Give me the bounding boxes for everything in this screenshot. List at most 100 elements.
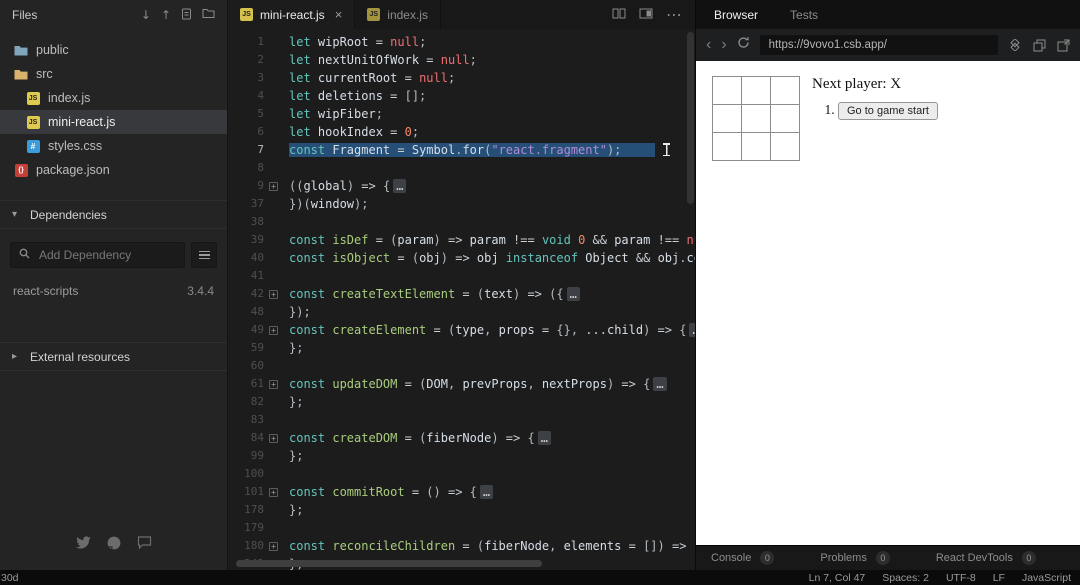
code-line[interactable]: 49 + const createElement = (type, props = … (228, 321, 695, 339)
close-icon[interactable]: × (335, 8, 343, 21)
code-line[interactable]: 178}; (228, 501, 695, 519)
board-square[interactable] (712, 76, 742, 105)
code-line[interactable]: 42 + const createTextElement = (text) => (… (228, 285, 695, 303)
code-line[interactable]: 1 let wipRoot = null; (228, 33, 695, 51)
board-square[interactable] (770, 132, 800, 161)
refresh-icon[interactable] (737, 36, 750, 54)
new-file-icon[interactable] (181, 8, 192, 22)
more-actions-icon[interactable]: ⋯ (666, 5, 682, 24)
code-line[interactable]: 40 const isObject = (obj) => obj instance… (228, 249, 695, 267)
board-square[interactable] (741, 104, 771, 133)
code-line[interactable]: 4 let deletions = []; (228, 87, 695, 105)
fold-icon[interactable]: + (264, 537, 283, 555)
code-line[interactable]: 101 + const commitRoot = () => {… (228, 483, 695, 501)
tab-tests[interactable]: Tests (790, 8, 818, 22)
code-line[interactable]: 39 const isDef = (param) => param !== voi… (228, 231, 695, 249)
fold-icon[interactable]: + (264, 285, 283, 303)
tab-browser[interactable]: Browser (714, 8, 758, 22)
external-resources-section-header[interactable]: ▸ External resources (0, 342, 227, 371)
responsive-mode-icon[interactable] (1008, 39, 1022, 51)
twitter-icon[interactable] (75, 536, 91, 550)
fold-icon[interactable]: + (264, 483, 283, 501)
code-line[interactable]: 5 let wipFiber; (228, 105, 695, 123)
fold-icon[interactable]: + (264, 177, 283, 195)
code-line[interactable]: 100 (228, 465, 695, 483)
code-editor-content[interactable]: 1 let wipRoot = null; 2 let nextUnitOfWork … (228, 29, 695, 570)
board-square[interactable] (770, 76, 800, 105)
code-line[interactable]: 179 (228, 519, 695, 537)
files-title: Files (12, 7, 38, 22)
code-line[interactable]: 59}; (228, 339, 695, 357)
code-line[interactable]: 38 (228, 213, 695, 231)
problems-tab[interactable]: Problems 0 (820, 551, 890, 565)
vertical-scrollbar[interactable] (687, 32, 694, 204)
add-dependency-input[interactable] (37, 247, 176, 263)
tab-index-js[interactable]: JS index.js (355, 0, 441, 29)
split-editor-icon[interactable] (612, 6, 626, 24)
code-line[interactable]: 2 let nextUnitOfWork = null; (228, 51, 695, 69)
code-line[interactable]: 61 + const updateDOM = (DOM, prevProps, ne… (228, 375, 695, 393)
dependency-row-react-scripts[interactable]: react-scripts 3.4.4 (0, 274, 227, 314)
board-square[interactable] (741, 132, 771, 161)
code-line[interactable]: 180 + const reconcileChildren = (fiberNode… (228, 537, 695, 555)
upload-icon[interactable]: ↑ (161, 9, 171, 21)
code-line[interactable]: 41 (228, 267, 695, 285)
file-item-package-json[interactable]: {} package.json (0, 158, 227, 182)
console-tab[interactable]: Console 0 (711, 551, 775, 565)
file-item-index-js[interactable]: JS index.js (0, 86, 227, 110)
devtools-bar: Console 0 Problems 0 React DevTools 0 (696, 545, 1080, 570)
indentation-status[interactable]: Spaces: 2 (882, 572, 929, 584)
fold-icon[interactable]: + (264, 429, 283, 447)
code-line[interactable]: 9 + ((global) => {… (228, 177, 695, 195)
code-line[interactable]: 6 let hookIndex = 0; (228, 123, 695, 141)
cursor-position-status[interactable]: Ln 7, Col 47 (809, 572, 866, 584)
url-address-bar[interactable] (759, 35, 998, 55)
go-to-game-start-button[interactable]: Go to game start (838, 102, 938, 120)
language-mode-status[interactable]: JavaScript (1022, 572, 1071, 584)
code-line[interactable]: 60 (228, 357, 695, 375)
github-icon[interactable] (107, 536, 121, 550)
code-line[interactable]: 83 (228, 411, 695, 429)
open-in-new-window-icon[interactable] (1057, 39, 1070, 52)
dependencies-section-header[interactable]: ▾ Dependencies (0, 200, 227, 229)
file-item-src[interactable]: src (0, 62, 227, 86)
code-line[interactable]: 48}); (228, 303, 695, 321)
dependency-menu-button[interactable] (191, 242, 217, 268)
code-line[interactable]: 3 let currentRoot = null; (228, 69, 695, 87)
tab-mini-react-js[interactable]: JS mini-react.js × (228, 0, 356, 29)
code-line[interactable]: 84 + const createDOM = (fiberNode) => {… (228, 429, 695, 447)
encoding-status[interactable]: UTF-8 (946, 572, 976, 584)
board-square[interactable] (741, 76, 771, 105)
file-name: src (36, 67, 53, 81)
app-window: Files ↓ ↑ public src JS index.js JS mini… (0, 0, 1080, 585)
board-square[interactable] (712, 132, 742, 161)
fold-gutter (264, 141, 283, 159)
main-area: Files ↓ ↑ public src JS index.js JS mini… (0, 0, 1080, 570)
code-line[interactable]: 8 (228, 159, 695, 177)
open-preview-icon[interactable] (639, 6, 653, 24)
code-line[interactable]: 7 const Fragment = Symbol.for("react.frag… (228, 141, 695, 159)
file-item-mini-react-js[interactable]: JS mini-react.js (0, 110, 227, 134)
dependency-search-row (0, 229, 227, 274)
code-line[interactable]: 82}; (228, 393, 695, 411)
board-square[interactable] (712, 104, 742, 133)
forward-icon[interactable]: › (721, 37, 726, 53)
horizontal-scrollbar[interactable] (236, 560, 542, 567)
board-square[interactable] (770, 104, 800, 133)
react-devtools-tab[interactable]: React DevTools 0 (936, 551, 1036, 565)
new-folder-icon[interactable] (202, 8, 215, 21)
copy-url-icon[interactable] (1033, 39, 1046, 52)
chat-feedback-icon[interactable] (137, 536, 152, 550)
code-line[interactable]: 37})(window); (228, 195, 695, 213)
file-item-public[interactable]: public (0, 38, 227, 62)
file-item-styles-css[interactable]: # styles.css (0, 134, 227, 158)
code-line[interactable]: 99}; (228, 447, 695, 465)
eol-status[interactable]: LF (993, 572, 1005, 584)
fold-icon[interactable]: + (264, 321, 283, 339)
status-bar: 30d Ln 7, Col 47 Spaces: 2 UTF-8 LF Java… (0, 570, 1080, 585)
download-sandbox-icon[interactable]: ↓ (141, 9, 151, 21)
dependency-search-box[interactable] (10, 242, 185, 268)
back-icon[interactable]: ‹ (706, 37, 711, 53)
file-tree: public src JS index.js JS mini-react.js (0, 29, 227, 186)
fold-icon[interactable]: + (264, 375, 283, 393)
